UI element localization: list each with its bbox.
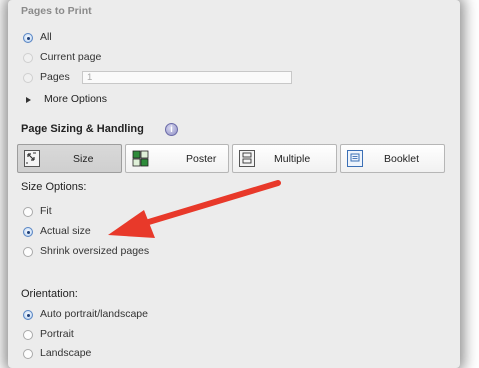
booklet-icon bbox=[347, 150, 363, 167]
current-page-label: Current page bbox=[40, 51, 102, 63]
actual-size-radio[interactable] bbox=[23, 227, 33, 237]
size-button[interactable]: Size bbox=[17, 144, 122, 173]
landscape-label: Landscape bbox=[40, 347, 92, 359]
fit-radio[interactable] bbox=[23, 207, 33, 217]
pages-range-label: Pages bbox=[40, 71, 70, 83]
auto-orientation-radio[interactable] bbox=[23, 310, 33, 320]
pages-range-input[interactable]: 1 bbox=[82, 71, 292, 84]
disclosure-triangle-icon[interactable] bbox=[26, 97, 31, 103]
red-arrow-annotation bbox=[108, 180, 281, 238]
actual-size-label: Actual size bbox=[40, 225, 91, 237]
pages-to-print-heading: Pages to Print bbox=[21, 5, 92, 17]
arrowhead bbox=[108, 210, 155, 238]
page-sizing-heading: Page Sizing & Handling bbox=[21, 123, 144, 135]
current-page-radio[interactable] bbox=[23, 53, 33, 63]
poster-button[interactable]: Poster bbox=[125, 144, 229, 173]
fit-label: Fit bbox=[40, 205, 52, 217]
booklet-button[interactable]: Booklet bbox=[340, 144, 445, 173]
more-options-toggle[interactable]: More Options bbox=[44, 93, 107, 105]
multiple-icon bbox=[239, 150, 255, 167]
portrait-label: Portrait bbox=[40, 328, 74, 340]
portrait-radio[interactable] bbox=[23, 330, 33, 340]
booklet-button-label: Booklet bbox=[384, 153, 420, 165]
size-button-label: Size bbox=[73, 153, 94, 165]
pages-range-radio[interactable] bbox=[23, 73, 33, 83]
orientation-heading: Orientation: bbox=[21, 288, 78, 300]
shrink-oversized-radio[interactable] bbox=[23, 247, 33, 257]
multiple-button[interactable]: Multiple bbox=[232, 144, 337, 173]
landscape-radio[interactable] bbox=[23, 349, 33, 359]
info-icon[interactable]: i bbox=[165, 123, 178, 136]
size-options-heading: Size Options: bbox=[21, 181, 87, 193]
poster-button-label: Poster bbox=[186, 153, 217, 165]
all-pages-radio[interactable] bbox=[23, 33, 33, 43]
multiple-button-label: Multiple bbox=[274, 153, 311, 165]
poster-icon bbox=[132, 150, 149, 167]
all-pages-label: All bbox=[40, 31, 52, 43]
size-icon bbox=[24, 150, 40, 167]
arrow-shaft bbox=[139, 180, 281, 227]
auto-orientation-label: Auto portrait/landscape bbox=[40, 308, 148, 320]
